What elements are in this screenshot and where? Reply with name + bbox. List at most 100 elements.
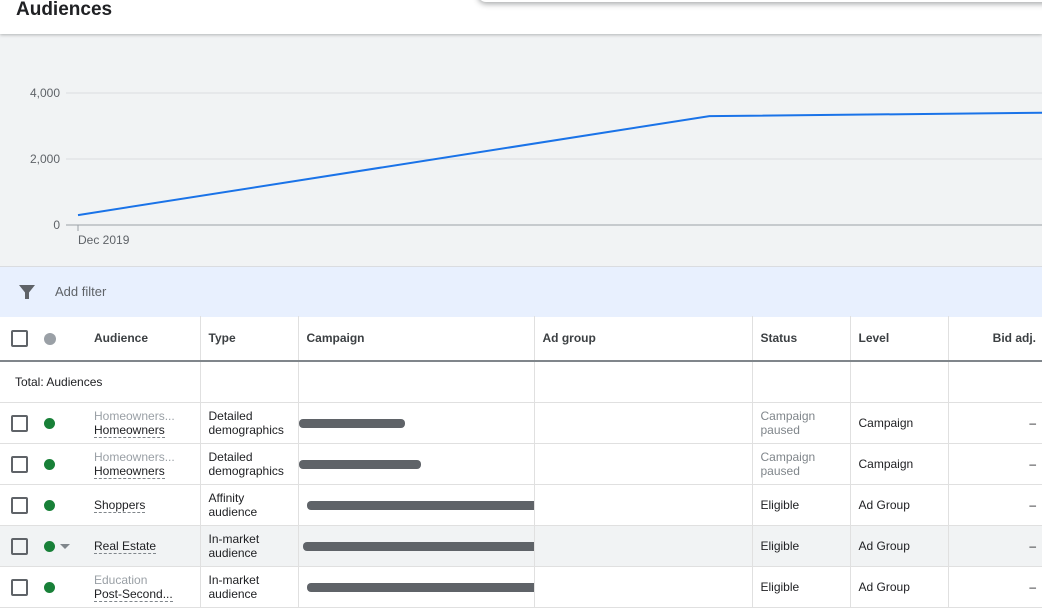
redacted-campaign-name	[298, 418, 405, 428]
audience-name-link[interactable]: Shoppers	[94, 498, 146, 513]
bid-adj-cell[interactable]: –	[948, 484, 1042, 526]
row-checkbox[interactable]	[11, 578, 28, 596]
select-all-checkbox[interactable]	[11, 329, 28, 347]
audience-name-link[interactable]: Homeowners	[94, 464, 165, 479]
type-line: demographics	[208, 423, 284, 437]
y-tick-label: 0	[53, 218, 60, 232]
type-line: demographics	[208, 464, 284, 478]
total-cell	[298, 361, 535, 403]
status-cell: Campaign paused	[752, 402, 851, 444]
status-line: Campaign	[760, 450, 816, 464]
audience-cell: Real Estate	[86, 525, 201, 567]
status-column-header	[38, 316, 86, 362]
audience-cell: Education Post-Second...	[86, 566, 201, 608]
row-checkbox[interactable]	[11, 455, 28, 473]
row-select-cell	[0, 484, 38, 526]
chevron-down-icon[interactable]	[60, 544, 70, 550]
type-line: audience	[208, 546, 258, 560]
total-cell	[752, 361, 851, 403]
x-tick-label: Dec 2019	[78, 233, 130, 247]
ad-group-cell	[534, 443, 753, 485]
column-header-ad-group[interactable]: Ad group	[534, 316, 753, 362]
table-row[interactable]: Education Post-Second... In-market audien…	[0, 566, 1042, 608]
y-tick-label: 4,000	[30, 86, 60, 100]
column-header-bid-adj[interactable]: Bid adj.	[948, 316, 1042, 362]
campaign-cell	[298, 443, 535, 485]
y-tick-label: 2,000	[30, 152, 60, 166]
table-header-row: Audience Type Campaign Ad group Status L…	[0, 316, 1042, 362]
series-line[interactable]	[77, 111, 1042, 217]
status-cell: Eligible	[752, 525, 851, 567]
redacted-campaign-name	[298, 459, 421, 469]
table-row[interactable]: Real Estate In-market audience Eligible A…	[0, 525, 1042, 567]
row-status-cell	[38, 443, 86, 485]
bid-adj-cell[interactable]: –	[948, 525, 1042, 567]
column-header-status[interactable]: Status	[752, 316, 851, 362]
row-select-cell	[0, 402, 38, 444]
audience-category: Homeowners...	[94, 449, 175, 464]
level-cell: Ad Group	[850, 525, 949, 567]
row-status-cell	[38, 525, 86, 567]
table-row[interactable]: Shoppers Affinity audience Eligible Ad Gr…	[0, 484, 1042, 526]
type-line: Detailed	[208, 409, 253, 423]
enabled-status-icon[interactable]	[44, 541, 55, 553]
column-header-audience[interactable]: Audience	[86, 316, 201, 362]
campaign-cell	[298, 484, 535, 526]
redacted-campaign-name	[306, 500, 533, 510]
type-line: audience	[208, 587, 258, 601]
audience-category: Homeowners...	[94, 408, 175, 423]
status-dot-icon	[44, 332, 56, 345]
ad-group-cell	[534, 566, 753, 608]
status-cell: Eligible	[752, 484, 851, 526]
row-checkbox[interactable]	[11, 537, 28, 555]
total-row: Total: Audiences	[0, 361, 1042, 403]
bid-adj-cell[interactable]: –	[948, 443, 1042, 485]
ad-group-cell	[534, 484, 753, 526]
total-cell	[850, 361, 949, 403]
bid-adj-cell[interactable]: –	[948, 566, 1042, 608]
audience-cell: Homeowners... Homeowners	[86, 402, 201, 444]
enabled-status-icon[interactable]	[44, 459, 55, 471]
audience-cell: Homeowners... Homeowners	[86, 443, 201, 485]
select-all-cell	[0, 316, 38, 362]
audience-name-link[interactable]: Post-Second...	[94, 587, 173, 602]
enabled-status-icon[interactable]	[44, 500, 55, 512]
table-row[interactable]: Homeowners... Homeowners Detailed demogra…	[0, 402, 1042, 444]
enabled-status-icon[interactable]	[44, 582, 55, 594]
filter-bar[interactable]: Add filter	[0, 266, 1042, 317]
audience-name-link[interactable]: Homeowners	[94, 423, 165, 438]
bid-adj-cell[interactable]: –	[948, 402, 1042, 444]
status-line: paused	[760, 464, 800, 478]
row-checkbox[interactable]	[11, 496, 28, 514]
filter-icon[interactable]	[18, 283, 36, 301]
row-status-cell	[38, 484, 86, 526]
type-line: Detailed	[208, 450, 253, 464]
line-chart: 0 2,000 4,000 Dec 2019	[30, 86, 1042, 247]
column-header-campaign[interactable]: Campaign	[298, 316, 535, 362]
row-checkbox[interactable]	[11, 414, 28, 432]
audience-name-link[interactable]: Real Estate	[94, 539, 157, 554]
column-header-type[interactable]: Type	[200, 316, 299, 362]
level-cell: Ad Group	[850, 484, 949, 526]
redacted-campaign-name	[302, 541, 533, 551]
ad-group-cell	[534, 525, 753, 567]
type-line: audience	[208, 505, 258, 519]
type-cell: Detailed demographics	[200, 443, 299, 485]
table-row[interactable]: Homeowners... Homeowners Detailed demogra…	[0, 443, 1042, 485]
type-cell: Detailed demographics	[200, 402, 299, 444]
row-select-cell	[0, 525, 38, 567]
audiences-table: Audience Type Campaign Ad group Status L…	[0, 316, 1042, 610]
total-cell	[948, 361, 1042, 403]
row-status-cell	[38, 402, 86, 444]
status-cell: Campaign paused	[752, 443, 851, 485]
status-cell: Eligible	[752, 566, 851, 608]
column-header-level[interactable]: Level	[850, 316, 949, 362]
audience-category: Education	[94, 572, 148, 587]
type-line: In-market	[208, 573, 260, 587]
type-cell: In-market audience	[200, 525, 299, 567]
enabled-status-icon[interactable]	[44, 418, 55, 430]
row-select-cell	[0, 566, 38, 608]
add-filter-button[interactable]: Add filter	[55, 284, 106, 299]
level-cell: Campaign	[850, 443, 949, 485]
type-cell: In-market audience	[200, 566, 299, 608]
